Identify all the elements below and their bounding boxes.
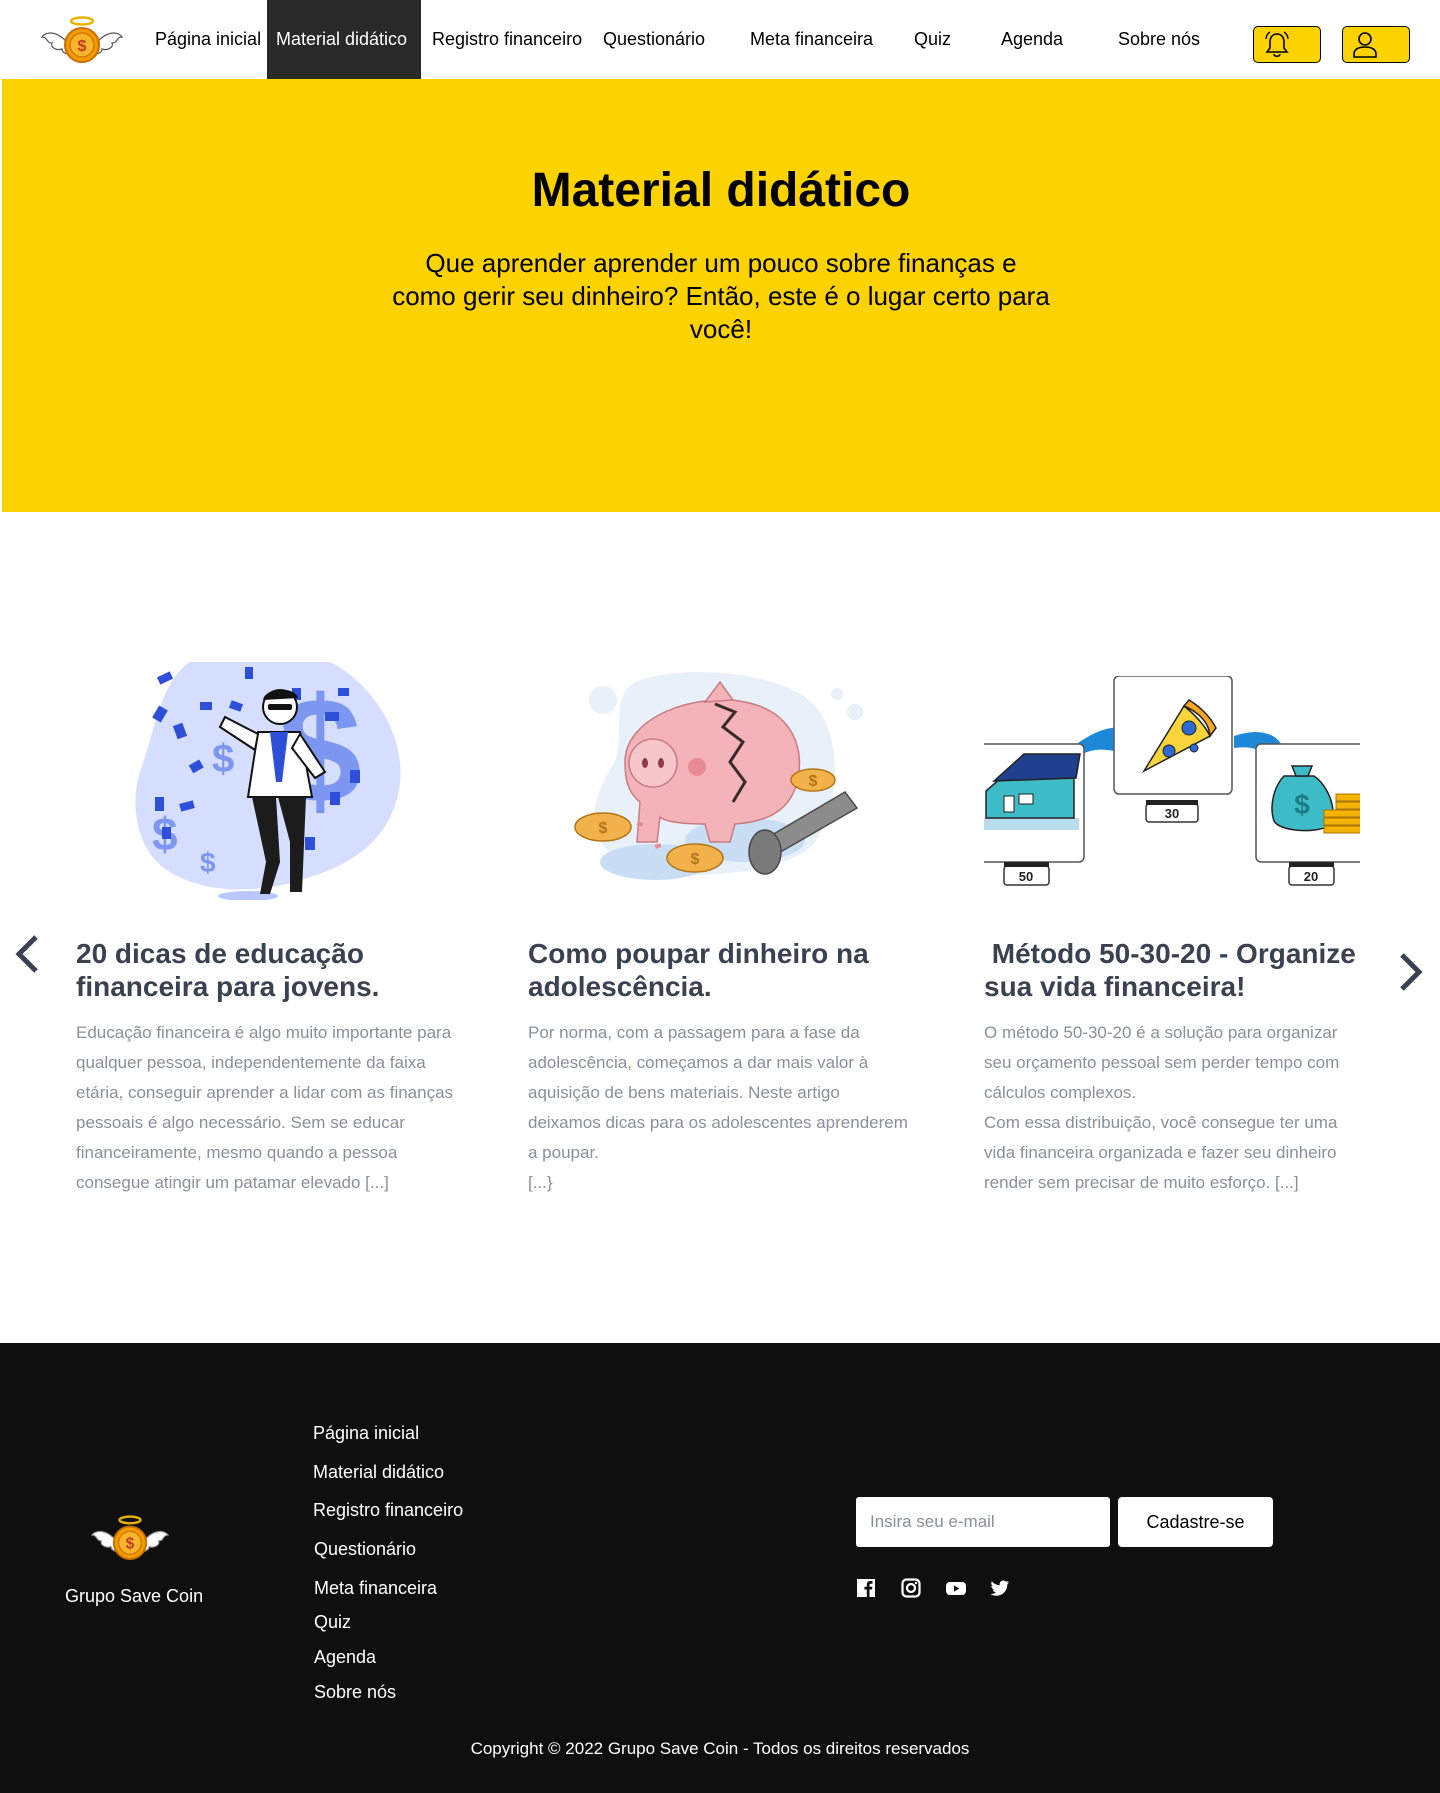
carousel-prev-arrow-icon[interactable] [14,934,40,974]
newsletter-signup-button[interactable]: Cadastre-se [1118,1497,1273,1547]
card-excerpt-paragraph: Educação financeira é algo muito importa… [76,1023,454,1192]
card-excerpt: Educação financeira é algo muito importa… [76,1018,466,1198]
svg-text:$: $ [200,847,216,878]
save-coin-logo[interactable]: $ [40,15,124,67]
card-excerpt: Por norma, com a passagem para a fase da… [528,1018,908,1198]
footer-link-material-didatico[interactable]: Material didático [313,1462,444,1483]
budget-label-50: 50 [1019,869,1033,884]
nav-item-meta-financeira[interactable]: Meta financeira [750,0,873,79]
card-excerpt-paragraph: O método 50-30-20 é a solução para organ… [984,1023,1340,1102]
footer-save-coin-logo[interactable]: $ [90,1514,170,1564]
budget-50-30-20-illustration: $ 50 30 20 [984,676,1360,886]
carousel-next-arrow-icon[interactable] [1398,952,1424,992]
svg-text:$: $ [809,773,818,790]
footer-brand-name: Grupo Save Coin [65,1586,204,1606]
svg-text:$: $ [1294,789,1310,820]
nav-item-questionario[interactable]: Questionário [603,0,705,79]
nav-item-agenda[interactable]: Agenda [1001,0,1063,79]
footer-link-registro-financeiro[interactable]: Registro financeiro [313,1500,463,1521]
budget-label-20: 20 [1304,869,1318,884]
bell-icon [1265,31,1289,58]
svg-text:$: $ [691,851,700,868]
budget-label-30: 30 [1165,806,1179,821]
card-title[interactable]: Como poupar dinheiro na adolescência. [528,937,908,1003]
broken-piggy-bank-illustration: $ $ $ [574,672,863,880]
footer-link-agenda[interactable]: Agenda [314,1647,376,1668]
footer-link-pagina-inicial[interactable]: Página inicial [313,1423,419,1444]
nav-item-registro-financeiro[interactable]: Registro financeiro [432,0,582,79]
facebook-icon[interactable] [856,1578,876,1598]
svg-text:$: $ [212,737,234,781]
nav-item-pagina-inicial[interactable]: Página inicial [155,0,261,79]
notifications-button[interactable] [1253,26,1321,63]
footer-link-sobre-nos[interactable]: Sobre nós [314,1682,396,1703]
youtube-icon[interactable] [945,1578,967,1598]
nav-item-material-didatico[interactable]: Material didático [267,0,421,79]
footer-link-meta-financeira[interactable]: Meta financeira [314,1578,437,1599]
card-excerpt-paragraph: Com essa distribuição, você consegue ter… [984,1113,1338,1192]
footer-link-quiz[interactable]: Quiz [314,1612,351,1633]
card-title[interactable]: 20 dicas de educação financeira para jov… [76,937,466,1003]
card-excerpt: O método 50-30-20 é a solução para organ… [984,1018,1364,1198]
newsletter-email-input[interactable] [856,1497,1110,1547]
nav-item-quiz[interactable]: Quiz [914,0,951,79]
svg-text:$: $ [599,820,608,837]
instagram-icon[interactable] [901,1578,921,1598]
hero-banner: Material didático Que aprender aprender … [2,79,1440,512]
user-profile-button[interactable] [1342,26,1410,63]
user-icon [1353,32,1377,58]
hero-subtitle: Que aprender aprender um pouco sobre fin… [392,248,1050,344]
svg-text:$: $ [78,38,87,55]
svg-text:$: $ [126,1536,135,1553]
twitter-icon[interactable] [990,1578,1010,1598]
card-excerpt-ellipsis: [...} [528,1173,553,1192]
top-navbar: $ Página inicial Material didático Regis… [0,0,1440,79]
page-title: Material didático [531,164,911,217]
site-footer: $ Grupo Save Coin Página inicial Materia… [0,1343,1440,1793]
footer-link-questionario[interactable]: Questionário [314,1539,416,1560]
nav-item-sobre-nos[interactable]: Sobre nós [1118,0,1200,79]
card-excerpt-paragraph: Por norma, com a passagem para a fase da… [528,1023,908,1162]
man-throwing-money-illustration: $ $ $ $ [135,662,401,900]
footer-copyright: Copyright © 2022 Grupo Save Coin - Todos… [470,1739,970,1758]
card-title[interactable]: Método 50-30-20 - Organize sua vida fina… [984,937,1364,1003]
